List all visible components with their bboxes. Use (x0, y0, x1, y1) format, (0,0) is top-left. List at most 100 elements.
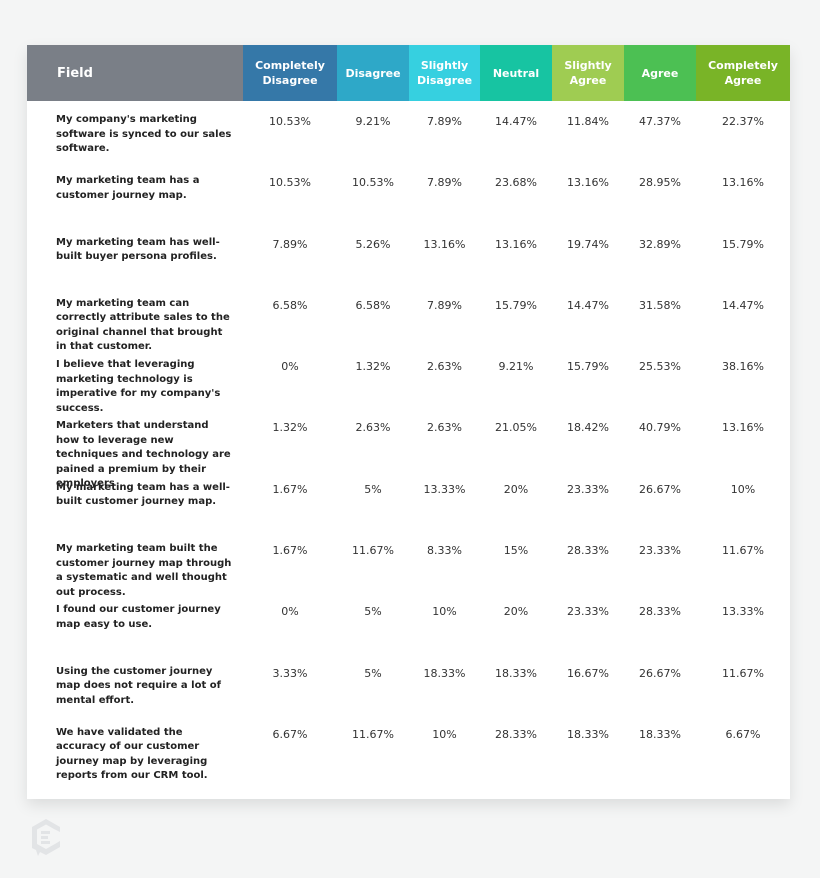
value-cell: 7.89% (427, 176, 462, 190)
table-row: My company's marketing software is synce… (27, 101, 790, 162)
row-label: I found our customer journey map easy to… (56, 604, 221, 630)
value-cell: 20% (503, 605, 529, 619)
value-cell: 23.33% (567, 482, 609, 496)
value-cell: 13.16% (495, 237, 537, 251)
value-cell: 28.33% (495, 727, 537, 741)
table-row: Using the customer journey map does not … (27, 653, 790, 714)
value-cell: 28.33% (567, 544, 609, 558)
row-label: My marketing team has a well-built custo… (56, 481, 230, 508)
value-cell: 21.05% (495, 421, 537, 435)
value-cell: 2.63% (427, 421, 462, 435)
value-cell: 5% (364, 605, 382, 619)
value-cell: 6.58% (355, 298, 391, 312)
value-cell: 23.33% (567, 605, 609, 619)
table-row: My marketing team built the customer jou… (27, 530, 790, 598)
column-header: Completely Agree (696, 45, 790, 101)
value-cell: 14.47% (495, 115, 537, 128)
value-cell: 0% (281, 605, 299, 619)
value-cell: 7.89% (427, 298, 462, 312)
value-cell: 23.68% (495, 176, 537, 190)
value-cell: 3.33% (272, 666, 308, 680)
value-cell: 18.33% (639, 727, 681, 741)
value-cell: 8.33% (427, 544, 462, 558)
row-label: My marketing team has a customer journey… (56, 175, 200, 201)
table-header: Field Completely Disagree Disagree Slightly… (27, 45, 790, 101)
column-header: Field (27, 45, 243, 101)
value-cell: 13.16% (722, 176, 764, 190)
value-cell: 15.79% (567, 360, 609, 374)
row-label: My marketing team can correctly attribut… (56, 297, 230, 353)
value-cell: 0% (281, 360, 299, 374)
value-cell: 7.89% (427, 115, 462, 128)
value-cell: 10% (432, 727, 457, 741)
value-cell: 25.53% (639, 360, 681, 374)
value-cell: 1.32% (272, 421, 308, 435)
value-cell: 18.42% (567, 421, 609, 435)
value-cell: 9.21% (498, 360, 534, 374)
table-row: Marketers that understand how to leverag… (27, 407, 790, 490)
table-row: My marketing team has well-built buyer p… (27, 224, 790, 285)
value-cell: 13.33% (722, 605, 764, 619)
value-cell: 28.95% (639, 176, 681, 190)
value-cell: 32.89% (639, 237, 681, 251)
value-cell: 10% (432, 605, 457, 619)
value-cell: 11.67% (722, 544, 764, 558)
table-row: We have validated the accuracy of our cu… (27, 714, 790, 782)
value-cell: 6.58% (272, 298, 308, 312)
value-cell: 13.16% (722, 421, 764, 435)
value-cell: 11.67% (352, 727, 394, 741)
row-label: I believe that leveraging marketing tech… (56, 359, 221, 414)
value-cell: 15.79% (722, 237, 764, 251)
row-label: My marketing team has well-built buyer p… (56, 236, 220, 263)
value-cell: 13.33% (423, 482, 466, 496)
value-cell: 10% (730, 482, 756, 496)
column-header: Agree (624, 45, 696, 101)
value-cell: 40.79% (639, 421, 681, 435)
value-cell: 38.16% (722, 360, 764, 374)
value-cell: 23.33% (639, 544, 681, 558)
value-cell: 26.67% (639, 666, 681, 680)
column-header: Disagree (337, 45, 409, 101)
row-label: My marketing team built the customer jou… (56, 543, 232, 598)
value-cell: 13.16% (423, 237, 466, 251)
value-cell: 5% (364, 666, 382, 680)
value-cell: 31.58% (639, 298, 681, 312)
value-cell: 5% (364, 482, 382, 496)
value-cell: 18.33% (567, 727, 609, 741)
table-body: My company's marketing software is synce… (27, 101, 790, 782)
value-cell: 13.16% (567, 176, 609, 190)
value-cell: 2.63% (355, 421, 391, 435)
value-cell: 5.26% (355, 237, 391, 251)
value-cell: 9.21% (355, 115, 391, 128)
table-row: I believe that leveraging marketing tech… (27, 346, 790, 414)
value-cell: 14.47% (722, 298, 764, 312)
column-header: Slightly Agree (552, 45, 624, 101)
column-header: Slightly Disagree (409, 45, 480, 101)
value-cell: 6.67% (725, 727, 761, 741)
value-cell: 7.89% (272, 237, 308, 251)
value-cell: 26.67% (639, 482, 681, 496)
value-cell: 20% (503, 482, 529, 496)
value-cell: 10.53% (269, 115, 311, 128)
table-row: I found our customer journey map easy to… (27, 591, 790, 652)
value-cell: 1.32% (355, 360, 391, 374)
value-cell: 18.33% (495, 666, 537, 680)
row-label: We have validated the accuracy of our cu… (56, 726, 208, 782)
row-label: Marketers that understand how to leverag… (56, 420, 231, 490)
value-cell: 6.67% (272, 727, 308, 741)
value-cell: 1.67% (272, 482, 308, 496)
brand-logo-icon (32, 819, 60, 856)
value-cell: 18.33% (423, 666, 466, 680)
value-cell: 19.74% (567, 237, 609, 251)
column-header: Neutral (480, 45, 552, 101)
table-row: My marketing team has a customer journey… (27, 162, 790, 223)
row-label: My company's marketing software is synce… (56, 114, 232, 154)
value-cell: 47.37% (639, 115, 681, 128)
value-cell: 11.84% (567, 115, 609, 128)
value-cell: 11.67% (352, 544, 394, 558)
survey-table: Field Completely Disagree Disagree Slightly… (27, 45, 790, 799)
value-cell: 22.37% (722, 115, 764, 128)
table-row: My marketing team has a well-built custo… (27, 469, 790, 530)
row-label: Using the customer journey map does not … (56, 665, 221, 706)
value-cell: 28.33% (639, 605, 681, 619)
